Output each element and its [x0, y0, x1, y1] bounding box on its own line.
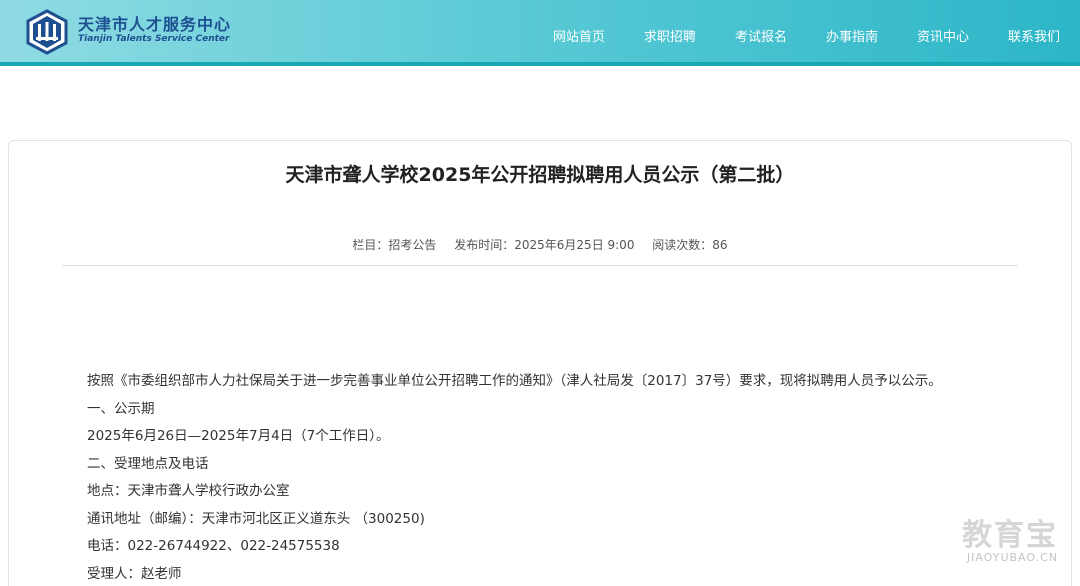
site-header: 天津市人才服务中心 Tianjin Talents Service Center… [0, 0, 1080, 66]
paragraph-contact-person: 受理人：赵老师 [87, 565, 182, 582]
article-publish-time: 发布时间：2025年6月25日 9:00 [454, 238, 635, 252]
nav-service-guide[interactable]: 办事指南 [826, 26, 878, 45]
site-logo-icon[interactable] [24, 9, 70, 55]
nav-news-center[interactable]: 资讯中心 [917, 26, 969, 45]
nav-contact[interactable]: 联系我们 [1008, 26, 1060, 45]
paragraph-period: 2025年6月26日—2025年7月4日（7个工作日）。 [87, 428, 390, 444]
article-meta: 栏目：招考公告 发布时间：2025年6月25日 9:00 阅读次数：86 [0, 236, 1080, 253]
section-heading-period: 一、公示期 [87, 400, 155, 417]
watermark-domain: JIAOYUBAO.CN [966, 551, 1058, 564]
main-nav: 网站首页 求职招聘 考试报名 办事指南 资讯中心 联系我们 [514, 26, 1060, 45]
section-heading-location: 二、受理地点及电话 [87, 455, 209, 472]
article-body: 按照《市委组织部市人力社保局关于进一步完善事业单位公开招聘工作的通知》（津人社局… [87, 368, 1037, 586]
nav-exam-registration[interactable]: 考试报名 [735, 26, 787, 45]
brand-name[interactable]: 天津市人才服务中心 [78, 11, 231, 35]
paragraph-intro: 按照《市委组织部市人力社保局关于进一步完善事业单位公开招聘工作的通知》（津人社局… [87, 373, 942, 389]
paragraph-phone: 电话：022-26744922、022-24575538 [87, 538, 340, 554]
meta-divider [62, 265, 1018, 266]
brand-name-english[interactable]: Tianjin Talents Service Center [78, 34, 229, 44]
nav-jobs[interactable]: 求职招聘 [644, 26, 696, 45]
paragraph-location: 地点：天津市聋人学校行政办公室 [87, 483, 290, 499]
paragraph-address: 通讯地址（邮编）：天津市河北区正义道东头 （300250) [87, 510, 425, 527]
article-view-count: 阅读次数：86 [652, 238, 728, 252]
article-title: 天津市聋人学校2025年公开招聘拟聘用人员公示（第二批） [285, 164, 795, 186]
watermark-text: 教育宝 [962, 518, 1058, 553]
article-column: 栏目：招考公告 [352, 238, 437, 252]
nav-home[interactable]: 网站首页 [553, 26, 605, 45]
